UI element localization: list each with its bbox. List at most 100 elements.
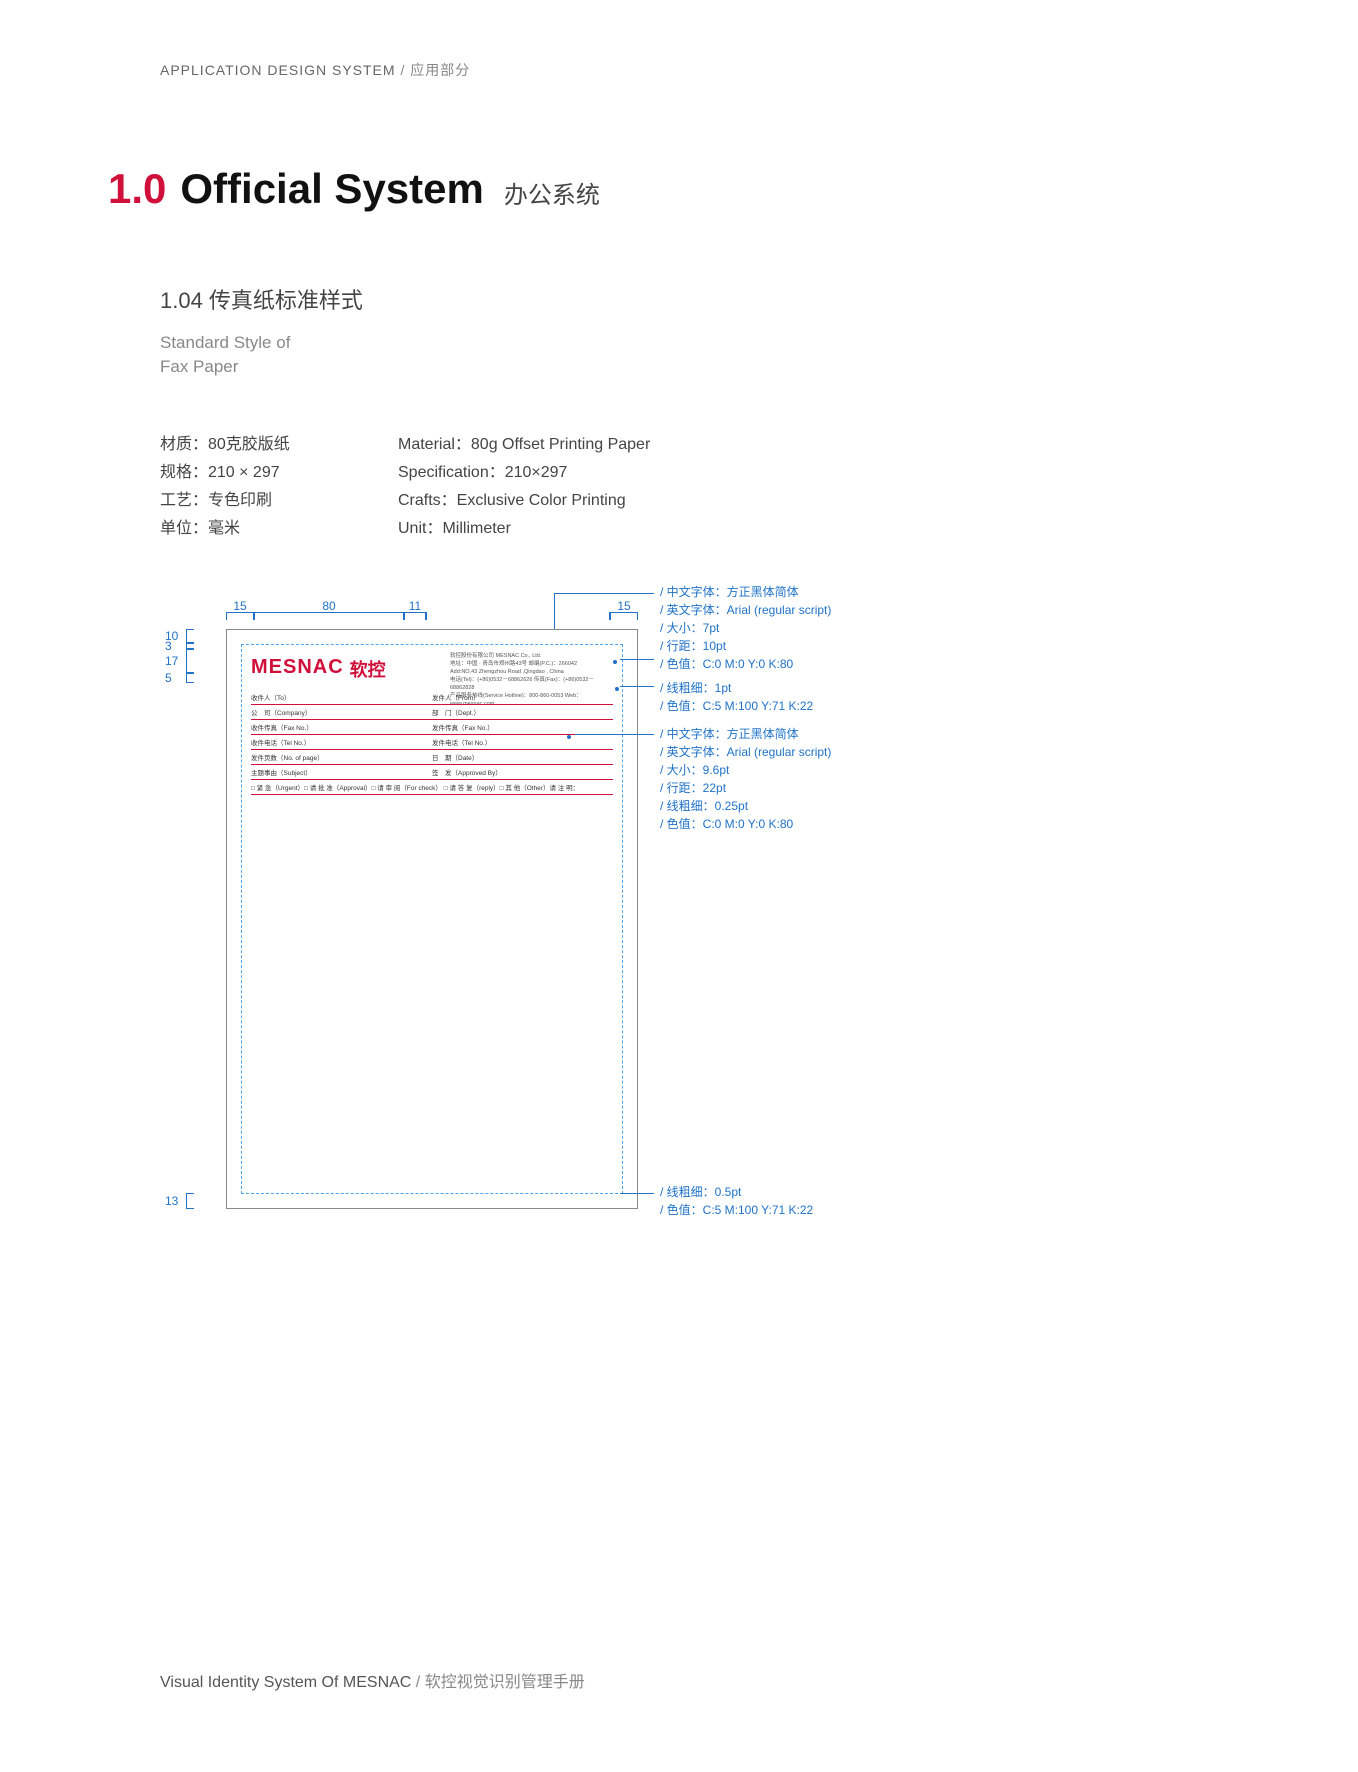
form-row: 收件人（To）发件人（From）: [251, 690, 613, 705]
ruler-left: 103175: [186, 629, 222, 683]
annotation-line: / 色值：C:5 M:100 Y:71 K:22: [660, 697, 813, 715]
annotation-line: / 色值：C:5 M:100 Y:71 K:22: [660, 1201, 813, 1219]
form-row: 收件传真（Fax No.）发件传真（Fax No.）: [251, 720, 613, 735]
section-title: 1.04 传真纸标准样式: [160, 283, 1358, 315]
ruler-seg: 15: [226, 612, 254, 620]
ruler-label: 5: [165, 671, 172, 685]
form-row: 发件页数（No. of page）日 期（Date）: [251, 750, 613, 765]
form-cell: 签 发（Approved By）: [432, 767, 613, 777]
annotation-line: / 色值：C:0 M:0 Y:0 K:80: [660, 815, 831, 833]
spec-unit-cn: 单位：毫米: [160, 515, 370, 543]
annotation-line: / 线粗细：0.25pt: [660, 797, 831, 815]
section-sub-line2: Fax Paper: [160, 355, 1358, 379]
spec-unit-en: Unit：Millimeter: [398, 515, 650, 543]
spec-craft-cn: 工艺：专色印刷: [160, 487, 370, 515]
spec-craft-en: Crafts：Exclusive Color Printing: [398, 487, 650, 515]
ruler-seg-bottom: 13: [186, 1193, 194, 1209]
breadcrumb-cn: 应用部分: [410, 62, 470, 78]
annotation-line: / 中文字体：方正黑体简体: [660, 725, 831, 743]
footer-sep: /: [411, 1674, 424, 1691]
company-info-line: 软控股份有限公司 MESNAC Co., Ltd.: [450, 652, 615, 660]
ruler-seg: 15: [610, 612, 638, 620]
leader-line: [554, 593, 555, 629]
footer: Visual Identity System Of MESNAC / 软控视觉识…: [160, 1668, 585, 1692]
breadcrumb: APPLICATION DESIGN SYSTEM / 应用部分: [160, 60, 1358, 80]
page-title: 1.0 Official System 办公系统: [108, 165, 1358, 213]
section-sub-line1: Standard Style of: [160, 331, 1358, 355]
annotation-line: / 色值：C:0 M:0 Y:0 K:80: [660, 655, 831, 673]
annotation-4: / 线粗细：0.5pt/ 色值：C:5 M:100 Y:71 K:22: [660, 1183, 813, 1219]
logo-en: MESNAC: [251, 656, 344, 682]
leader-line: [620, 1193, 654, 1194]
annotation-line: / 中文字体：方正黑体简体: [660, 583, 831, 601]
spec-material-en: Material：80g Offset Printing Paper: [398, 431, 650, 459]
form-row: 收件电话（Tel No.）发件电话（Tel No.）: [251, 735, 613, 750]
form-options: □ 紧 急（Urgent）□ 请 批 准（Approval）□ 请 审 阅（Fo…: [251, 782, 613, 792]
form-options-row: □ 紧 急（Urgent）□ 请 批 准（Approval）□ 请 审 阅（Fo…: [251, 780, 613, 795]
form-cell: 日 期（Date）: [432, 752, 613, 762]
company-info-line: 地址：中国 · 青岛市郑州路43号 邮编(P.C.)：266042: [450, 660, 615, 668]
annotation-2: / 线粗细：1pt/ 色值：C:5 M:100 Y:71 K:22: [660, 679, 813, 715]
leader-line: [620, 659, 654, 660]
footer-cn: 软控视觉识别管理手册: [425, 1674, 585, 1691]
logo-cn: 软控: [350, 656, 386, 682]
specifications: 材质：80克胶版纸 规格：210 × 297 工艺：专色印刷 单位：毫米 Mat…: [160, 431, 1358, 543]
specs-en: Material：80g Offset Printing Paper Speci…: [398, 431, 650, 543]
ruler-label: 80: [322, 599, 335, 613]
leader-line: [620, 686, 654, 687]
title-main: Official System: [180, 165, 483, 213]
marker-dot: [567, 735, 571, 739]
ruler-label: 17: [165, 654, 178, 668]
ruler-top: 15801115: [226, 607, 638, 625]
breadcrumb-en: APPLICATION DESIGN SYSTEM: [160, 62, 396, 78]
form-row: 主题事由（Subject）签 发（Approved By）: [251, 765, 613, 780]
leader-line: [554, 593, 654, 594]
annotation-3: / 中文字体：方正黑体简体/ 英文字体：Arial (regular scrip…: [660, 725, 831, 833]
form-cell: 收件传真（Fax No.）: [251, 722, 432, 732]
annotation-1: / 中文字体：方正黑体简体/ 英文字体：Arial (regular scrip…: [660, 583, 831, 673]
form-cell: 收件电话（Tel No.）: [251, 737, 432, 747]
annotation-line: / 英文字体：Arial (regular script): [660, 601, 831, 619]
form-cell: 收件人（To）: [251, 692, 432, 702]
specs-cn: 材质：80克胶版纸 规格：210 × 297 工艺：专色印刷 单位：毫米: [160, 431, 370, 543]
ruler-label: 3: [165, 639, 172, 653]
ruler-label: 11: [409, 599, 421, 613]
form-cell: 公 司（Company）: [251, 707, 432, 717]
form-cell: 发件人（From）: [432, 692, 613, 702]
footer-en: Visual Identity System Of MESNAC: [160, 1674, 411, 1691]
form-row: 公 司（Company）部 门（Dept.）: [251, 705, 613, 720]
form-cell: 部 门（Dept.）: [432, 707, 613, 717]
ruler-label: 15: [233, 599, 246, 613]
ruler-seg: 10: [186, 629, 194, 643]
annotation-line: / 行距：10pt: [660, 637, 831, 655]
fax-form: 收件人（To）发件人（From）公 司（Company）部 门（Dept.）收件…: [251, 690, 613, 795]
ruler-bottom: 13: [186, 1193, 222, 1209]
form-cell: 发件传真（Fax No.）: [432, 722, 613, 732]
leader-line: [575, 734, 654, 735]
spec-material-cn: 材质：80克胶版纸: [160, 431, 370, 459]
diagram: 15801115 103175 13 MESNAC 软控 软控股份有限公司 ME…: [0, 593, 1358, 1313]
annotation-line: / 大小：9.6pt: [660, 761, 831, 779]
ruler-label-bottom: 13: [165, 1194, 178, 1208]
spec-size-cn: 规格：210 × 297: [160, 459, 370, 487]
ruler-label: 15: [617, 599, 630, 613]
ruler-seg: 11: [404, 612, 426, 620]
fax-sheet: MESNAC 软控 软控股份有限公司 MESNAC Co., Ltd.地址：中国…: [226, 629, 638, 1209]
ruler-seg: 5: [186, 673, 194, 683]
annotation-line: / 行距：22pt: [660, 779, 831, 797]
ruler-seg: 80: [254, 612, 404, 620]
company-info-line: Add:NO.43 Zhengzhou Road ,Qingdao , Chin…: [450, 668, 615, 676]
spec-size-en: Specification：210×297: [398, 459, 650, 487]
annotation-line: / 线粗细：1pt: [660, 679, 813, 697]
form-cell: 发件页数（No. of page）: [251, 752, 432, 762]
form-cell: 发件电话（Tel No.）: [432, 737, 613, 747]
marker-dot: [613, 660, 617, 664]
ruler-seg: 17: [186, 649, 194, 673]
form-cell: 主题事由（Subject）: [251, 767, 432, 777]
ruler-seg: [426, 612, 610, 620]
annotation-line: / 大小：7pt: [660, 619, 831, 637]
marker-dot: [615, 687, 619, 691]
section-subtitle: Standard Style of Fax Paper: [160, 331, 1358, 379]
annotation-line: / 英文字体：Arial (regular script): [660, 743, 831, 761]
breadcrumb-sep: /: [396, 62, 411, 78]
